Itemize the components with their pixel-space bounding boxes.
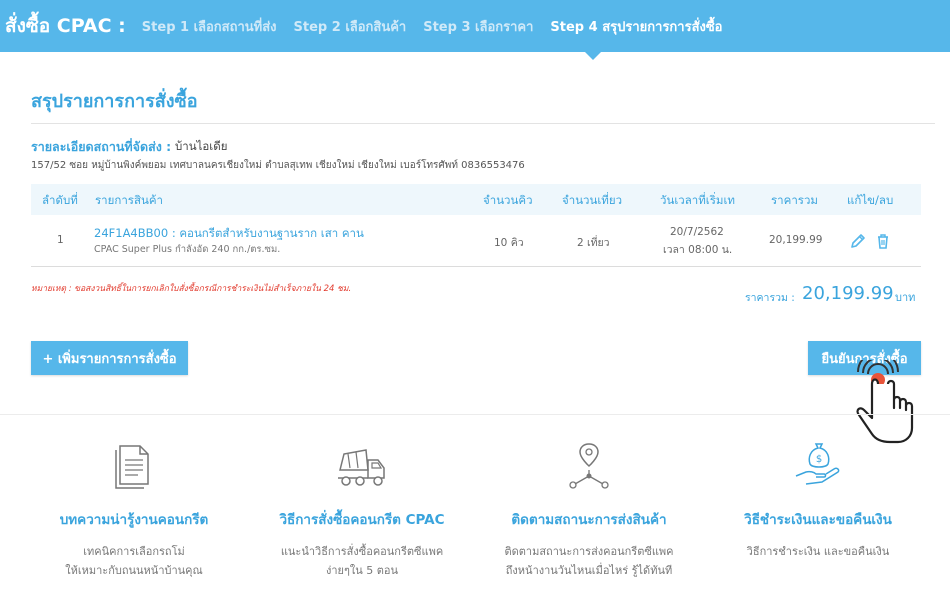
step-1[interactable]: Step 1 เลือกสถานที่ส่ง — [142, 16, 277, 37]
product-description: CPAC Super Plus กำลังอัด 240 กก./ตร.ซม. — [94, 244, 281, 255]
add-order-item-button[interactable]: + เพิ่มรายการการสั่งซื้อ — [31, 341, 188, 375]
document-icon — [108, 440, 160, 490]
svg-text:$: $ — [816, 454, 822, 465]
feature-tracking-title: ติดตามสถานะการส่งสินค้า — [511, 512, 667, 528]
feature-payment-desc: วิธีการชำระเงิน และขอคืนเงิน — [746, 545, 890, 558]
location-track-icon — [563, 440, 615, 490]
pencil-icon[interactable] — [849, 232, 867, 250]
trash-icon[interactable] — [874, 232, 892, 250]
cancellation-note: หมายเหตุ : ขอสงวนสิทธิ์ในการยกเลิกใบสั่ง… — [31, 284, 352, 294]
feature-how-to-order-title: วิธีการสั่งซื้อคอนกรีต CPAC — [279, 512, 445, 528]
col-product: รายการสินค้า — [95, 193, 164, 207]
page-title: สรุปรายการการสั่งซื้อ — [31, 91, 198, 112]
step-4-active[interactable]: Step 4 สรุปรายการการสั่งซื้อ — [550, 16, 722, 37]
location-label: รายละเอียดสถานที่จัดส่ง : — [31, 139, 172, 154]
location-name: บ้านไอเดีย — [175, 139, 228, 153]
product-name-link[interactable]: 24F1A4BB00 : คอนกรีตสำหรับงานฐานราก เสา … — [94, 225, 364, 243]
col-actions: แก้ไข/ลบ — [847, 193, 894, 207]
col-index: ลำดับที่ — [42, 193, 78, 207]
row-date: 20/7/2562 — [670, 226, 724, 238]
active-step-pointer — [585, 52, 601, 60]
col-price: ราคารวม — [771, 193, 818, 207]
feature-payment[interactable]: $ วิธีชำระเงินและขอคืนเงิน วิธีการชำระเง… — [703, 440, 933, 561]
concrete-truck-icon — [336, 440, 388, 490]
title-divider — [31, 123, 935, 124]
step-2[interactable]: Step 2 เลือกสินค้า — [294, 16, 407, 37]
row-time: เวลา 08:00 น. — [663, 244, 733, 256]
feature-tracking-desc: ติดตามสถานะการส่งคอนกรีตซีแพค ถึงหน้างานว… — [504, 545, 674, 577]
col-qty: จำนวนคิว — [483, 193, 533, 207]
total-label: ราคารวม : — [745, 292, 795, 304]
row-index: 1 — [57, 234, 64, 246]
brand-title: สั่งซื้อ CPAC : — [5, 15, 126, 37]
pointing-hand-icon — [850, 351, 920, 448]
total-unit: บาท — [895, 291, 916, 304]
feature-articles-desc: เทคนิคการเลือกรถโม่ ให้เหมาะกับถนนหน้าบ้า… — [65, 545, 203, 577]
table-header: ลำดับที่ รายการสินค้า จำนวนคิว จำนวนเที่… — [31, 184, 921, 215]
feature-articles[interactable]: บทความน่ารู้งานคอนกรีต เทคนิคการเลือกรถโ… — [19, 440, 249, 580]
total-value: 20,199.99 — [802, 283, 894, 304]
row-trips: 2 เที่ยว — [577, 237, 610, 249]
col-trips: จำนวนเที่ยว — [562, 193, 623, 207]
row-price: 20,199.99 — [769, 234, 823, 246]
col-date: วันเวลาที่เริ่มเท — [660, 193, 735, 207]
step-bar: สั่งซื้อ CPAC : Step 1 เลือกสถานที่ส่ง S… — [0, 0, 950, 52]
table-row: 1 24F1A4BB00 : คอนกรีตสำหรับงานฐานราก เส… — [31, 215, 921, 267]
money-hand-icon: $ — [792, 440, 844, 490]
feature-payment-title: วิธีชำระเงินและขอคืนเงิน — [744, 512, 892, 528]
feature-how-to-order-desc: แนะนำวิธีการสั่งซื้อคอนกรีตซีแพค ง่ายๆใน … — [280, 545, 444, 577]
location-address: 157/52 ซอย หมู่บ้านพิงค์พยอม เทศบาลนครเช… — [31, 160, 525, 171]
step-3[interactable]: Step 3 เลือกราคา — [423, 16, 533, 37]
feature-tracking[interactable]: ติดตามสถานะการส่งสินค้า ติดตามสถานะการส่… — [474, 440, 704, 580]
feature-how-to-order[interactable]: วิธีการสั่งซื้อคอนกรีต CPAC แนะนำวิธีการ… — [247, 440, 477, 580]
section-divider — [0, 414, 950, 415]
row-qty: 10 คิว — [494, 237, 524, 249]
feature-articles-title: บทความน่ารู้งานคอนกรีต — [59, 512, 209, 528]
